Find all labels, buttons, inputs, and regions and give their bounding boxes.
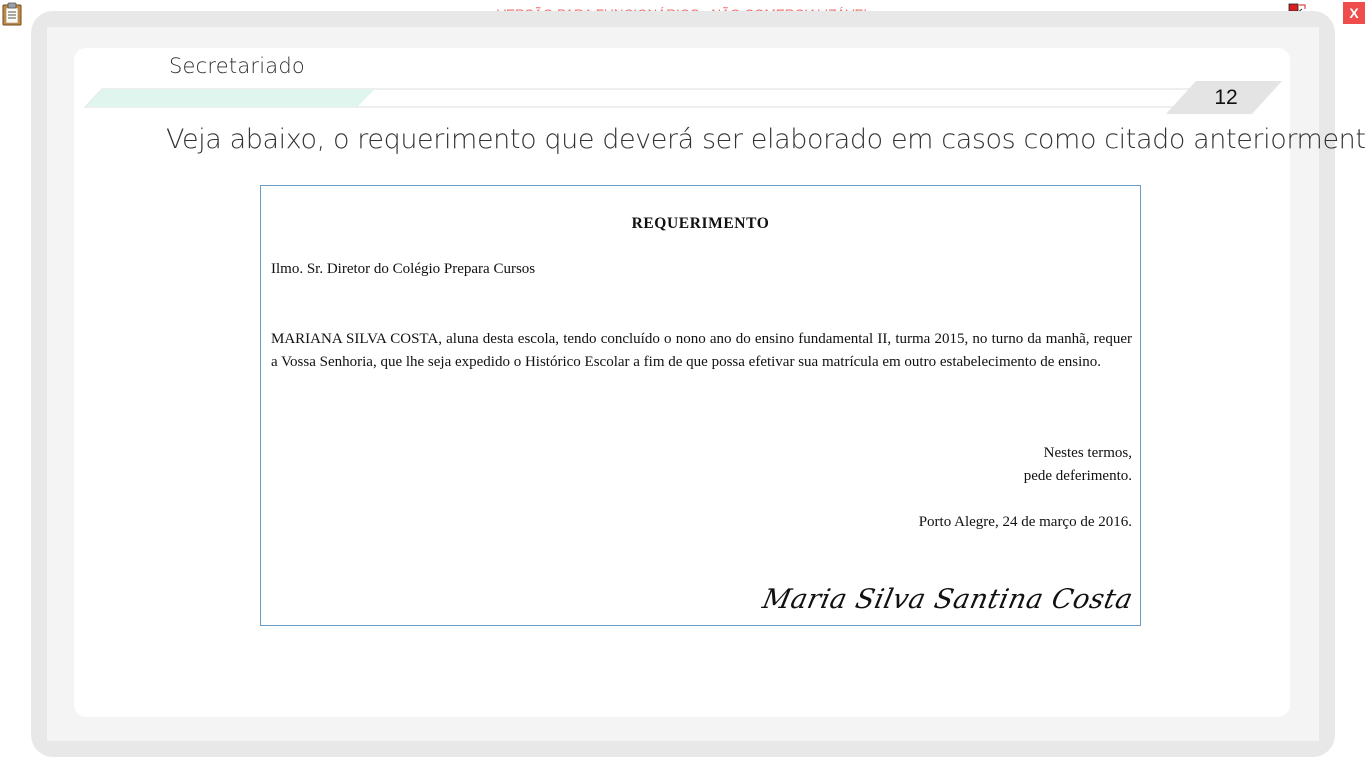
document-title: REQUERIMENTO xyxy=(631,215,770,232)
close-button[interactable]: X xyxy=(1343,2,1365,24)
progress-fill xyxy=(85,89,375,107)
document-body: MARIANA SILVA COSTA, aluna desta escola,… xyxy=(271,331,1132,370)
clipboard-icon[interactable] xyxy=(1,2,23,26)
page-number: 12 xyxy=(1214,86,1238,109)
document-date: Porto Alegre, 24 de março de 2016. xyxy=(918,514,1132,530)
intro-text: Veja abaixo, o requerimento que deverá s… xyxy=(166,124,1366,155)
document-addressee: Ilmo. Sr. Diretor do Colégio Prepara Cur… xyxy=(271,261,536,277)
document-closing-line-2: pede deferimento. xyxy=(1023,468,1132,484)
section-title: Secretariado xyxy=(169,54,305,78)
document-closing-line-1: Nestes termos, xyxy=(1043,445,1132,461)
requerimento-document: REQUERIMENTO Ilmo. Sr. Diretor do Colégi… xyxy=(260,185,1141,626)
progress-bar xyxy=(84,88,1194,108)
document-signature: Maria Silva Santina Costa xyxy=(759,584,1136,615)
